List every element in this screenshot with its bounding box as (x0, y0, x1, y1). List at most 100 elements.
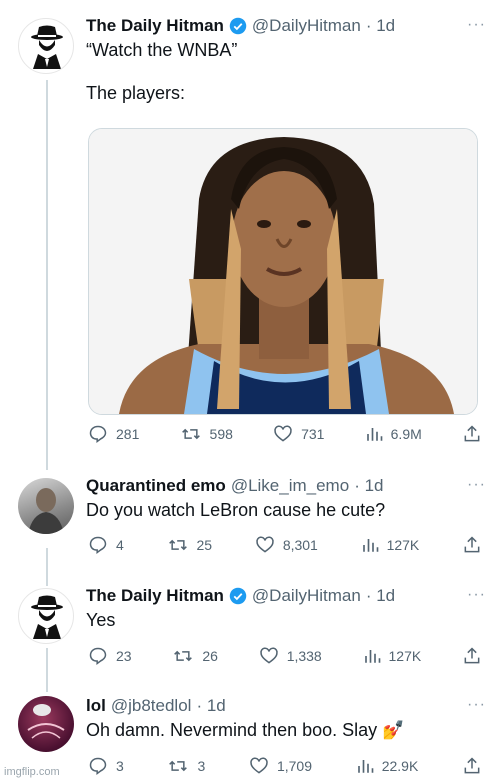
hitman-logo-icon (31, 25, 63, 69)
views-button[interactable]: 22.9K (356, 757, 419, 775)
share-icon (464, 425, 480, 442)
reply-icon (89, 536, 107, 554)
reply-button[interactable]: 4 (88, 535, 124, 555)
tweet-text: The players: (86, 83, 186, 103)
tweet-4-header-row: lol @jb8tedlol · 1d ··· Oh damn. Nevermi… (86, 696, 486, 742)
reply-count: 3 (116, 758, 124, 774)
tweet-1-header-row: The Daily Hitman @DailyHitman · 1d ··· “… (86, 16, 486, 105)
reply-count: 23 (116, 648, 132, 664)
author-handle[interactable]: @Like_im_emo (231, 476, 349, 496)
timestamp[interactable]: · 1d (366, 586, 395, 606)
more-icon[interactable]: ··· (467, 696, 486, 714)
author-handle[interactable]: @DailyHitman (252, 16, 361, 36)
retweet-count: 3 (197, 758, 206, 774)
like-button[interactable]: 1,709 (249, 756, 312, 776)
tweet-text: Oh damn. Nevermind then boo. Slay 💅 (86, 719, 486, 742)
retweet-icon (181, 428, 200, 440)
like-count: 731 (301, 426, 325, 442)
tweet-text: “Watch the WNBA” (86, 40, 238, 60)
verified-badge-icon (229, 587, 247, 605)
like-button[interactable]: 731 (273, 424, 324, 444)
more-icon[interactable]: ··· (467, 476, 486, 494)
avatar[interactable] (18, 588, 74, 644)
timestamp[interactable]: · 1d (354, 476, 383, 496)
tweet-text: Yes (86, 610, 116, 630)
share-button[interactable] (462, 424, 482, 444)
more-icon[interactable]: ··· (467, 16, 486, 34)
retweet-count: 26 (202, 648, 218, 664)
timestamp[interactable]: · 1d (196, 696, 225, 716)
reply-button[interactable]: 23 (88, 646, 132, 666)
thread-line (46, 80, 48, 470)
tweet-header: lol @jb8tedlol · 1d (86, 696, 486, 716)
views-icon (357, 760, 374, 773)
tweet-3-header-row: The Daily Hitman @DailyHitman · 1d ··· Y… (86, 586, 486, 632)
like-icon (250, 757, 268, 774)
like-count: 8,301 (282, 537, 318, 553)
views-button[interactable]: 127K (361, 536, 420, 554)
like-icon (260, 647, 278, 664)
reply-button[interactable]: 281 (88, 424, 139, 444)
tweet-actions: 23 26 1,338 127K (88, 646, 482, 666)
author-name[interactable]: Quarantined emo (86, 476, 226, 496)
reply-icon (89, 757, 107, 775)
views-count: 6.9M (390, 426, 422, 442)
views-button[interactable]: 6.9M (365, 425, 422, 443)
share-button[interactable] (462, 646, 482, 666)
avatar[interactable] (18, 18, 74, 74)
retweet-button[interactable]: 25 (167, 535, 213, 555)
thread-line (46, 548, 48, 586)
watermark: imgflip.com (4, 766, 60, 778)
share-button[interactable] (462, 756, 482, 776)
reply-button[interactable]: 3 (88, 756, 124, 776)
reply-count: 4 (116, 537, 124, 553)
author-name[interactable]: The Daily Hitman (86, 16, 224, 36)
timestamp[interactable]: · 1d (366, 16, 395, 36)
share-button[interactable] (462, 535, 482, 555)
views-count: 22.9K (381, 758, 419, 774)
avatar[interactable] (18, 478, 74, 534)
like-button[interactable]: 8,301 (255, 535, 318, 555)
like-count: 1,709 (276, 758, 313, 774)
retweet-count: 598 (209, 426, 233, 442)
retweet-button[interactable]: 26 (172, 646, 218, 666)
retweet-button[interactable]: 3 (167, 756, 205, 776)
reply-icon (89, 647, 107, 665)
avatar-photo (28, 488, 64, 534)
tweet-text: Do you watch LeBron cause he cute? (86, 500, 386, 520)
share-icon (464, 536, 480, 553)
retweet-icon (169, 760, 188, 772)
reply-icon (89, 425, 107, 443)
avatar[interactable] (18, 696, 74, 752)
reply-count: 281 (116, 426, 140, 442)
views-count: 127K (388, 648, 422, 664)
author-handle[interactable]: @DailyHitman (252, 586, 361, 606)
like-count: 1,338 (286, 648, 322, 664)
tweet-header: Quarantined emo @Like_im_emo · 1d (86, 476, 486, 496)
tweet-header: The Daily Hitman @DailyHitman · 1d (86, 586, 486, 606)
retweet-icon (174, 650, 193, 662)
tweet-text-content: Oh damn. Nevermind then boo. Slay (86, 720, 378, 740)
verified-badge-icon (229, 17, 247, 35)
views-icon (364, 650, 380, 663)
more-icon[interactable]: ··· (467, 586, 486, 604)
tweet-media-image[interactable] (88, 128, 478, 415)
avatar-photo (27, 704, 65, 739)
hitman-logo-icon (31, 595, 63, 639)
author-handle[interactable]: @jb8tedlol (111, 696, 192, 716)
views-count: 127K (386, 537, 420, 553)
author-name[interactable]: The Daily Hitman (86, 586, 224, 606)
views-button[interactable]: 127K (363, 647, 422, 665)
retweet-count: 25 (196, 537, 213, 553)
like-icon (256, 536, 274, 553)
views-icon (366, 428, 382, 441)
tweet-header: The Daily Hitman @DailyHitman · 1d (86, 16, 486, 36)
tweet-2-header-row: Quarantined emo @Like_im_emo · 1d ··· Do… (86, 476, 486, 522)
tweet-actions: 3 3 1,709 22.9K (88, 756, 482, 776)
nail-polish-emoji: 💅 (382, 720, 405, 740)
retweet-icon (168, 539, 187, 551)
retweet-button[interactable]: 598 (180, 424, 233, 444)
like-button[interactable]: 1,338 (259, 646, 322, 666)
author-name[interactable]: lol (86, 696, 106, 716)
tweet-actions: 281 598 731 6.9M (88, 424, 482, 444)
